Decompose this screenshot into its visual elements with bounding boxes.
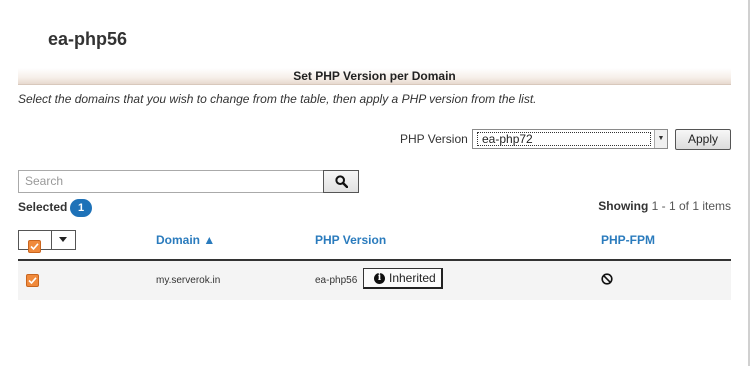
row-domain: my.serverok.in [156,275,221,286]
selected-label: Selected [18,200,68,214]
inherited-label: Inherited [389,271,436,285]
search-input[interactable]: Search [18,170,324,193]
column-header-php-version[interactable]: PHP Version [315,233,386,247]
instructions-text: Select the domains that you wish to chan… [18,92,537,106]
selected-count-badge: 1 [70,199,92,217]
pagination-range: 1 - 1 of 1 items [651,199,731,213]
apply-button[interactable]: Apply [675,129,731,150]
column-header-php-fpm[interactable]: PHP-FPM [601,233,655,247]
bulk-select-control[interactable] [18,230,76,253]
php-version-select[interactable]: ea-php72 ▼ [472,129,668,149]
table-row: my.serverok.in ea-php56 i Inherited [18,261,731,300]
select-all-checkbox-area[interactable] [19,231,52,253]
inherited-button[interactable]: i Inherited [363,268,443,289]
page-title: ea-php56 [48,29,128,49]
section-header: Set PHP Version per Domain [18,68,731,85]
info-icon: i [374,273,385,284]
search-button[interactable] [323,170,359,193]
dropdown-arrow-icon[interactable]: ▼ [654,130,667,148]
pagination-status: Showing 1 - 1 of 1 items [598,199,731,213]
php-version-selected-value: ea-php72 [477,132,651,146]
pagination-prefix: Showing [598,199,649,213]
search-icon [335,175,348,188]
window-border [748,0,750,366]
chevron-down-icon[interactable] [59,237,67,242]
check-icon [28,277,37,285]
row-php-version: ea-php56 [315,275,358,286]
php-version-label: PHP Version [400,132,468,146]
row-checkbox[interactable] [26,274,39,287]
select-all-checkbox[interactable] [28,240,41,253]
column-header-domain[interactable]: Domain ▲ [156,233,215,247]
section-header-title: Set PHP Version per Domain [293,69,456,83]
check-icon [30,243,39,251]
ban-icon [601,273,613,285]
